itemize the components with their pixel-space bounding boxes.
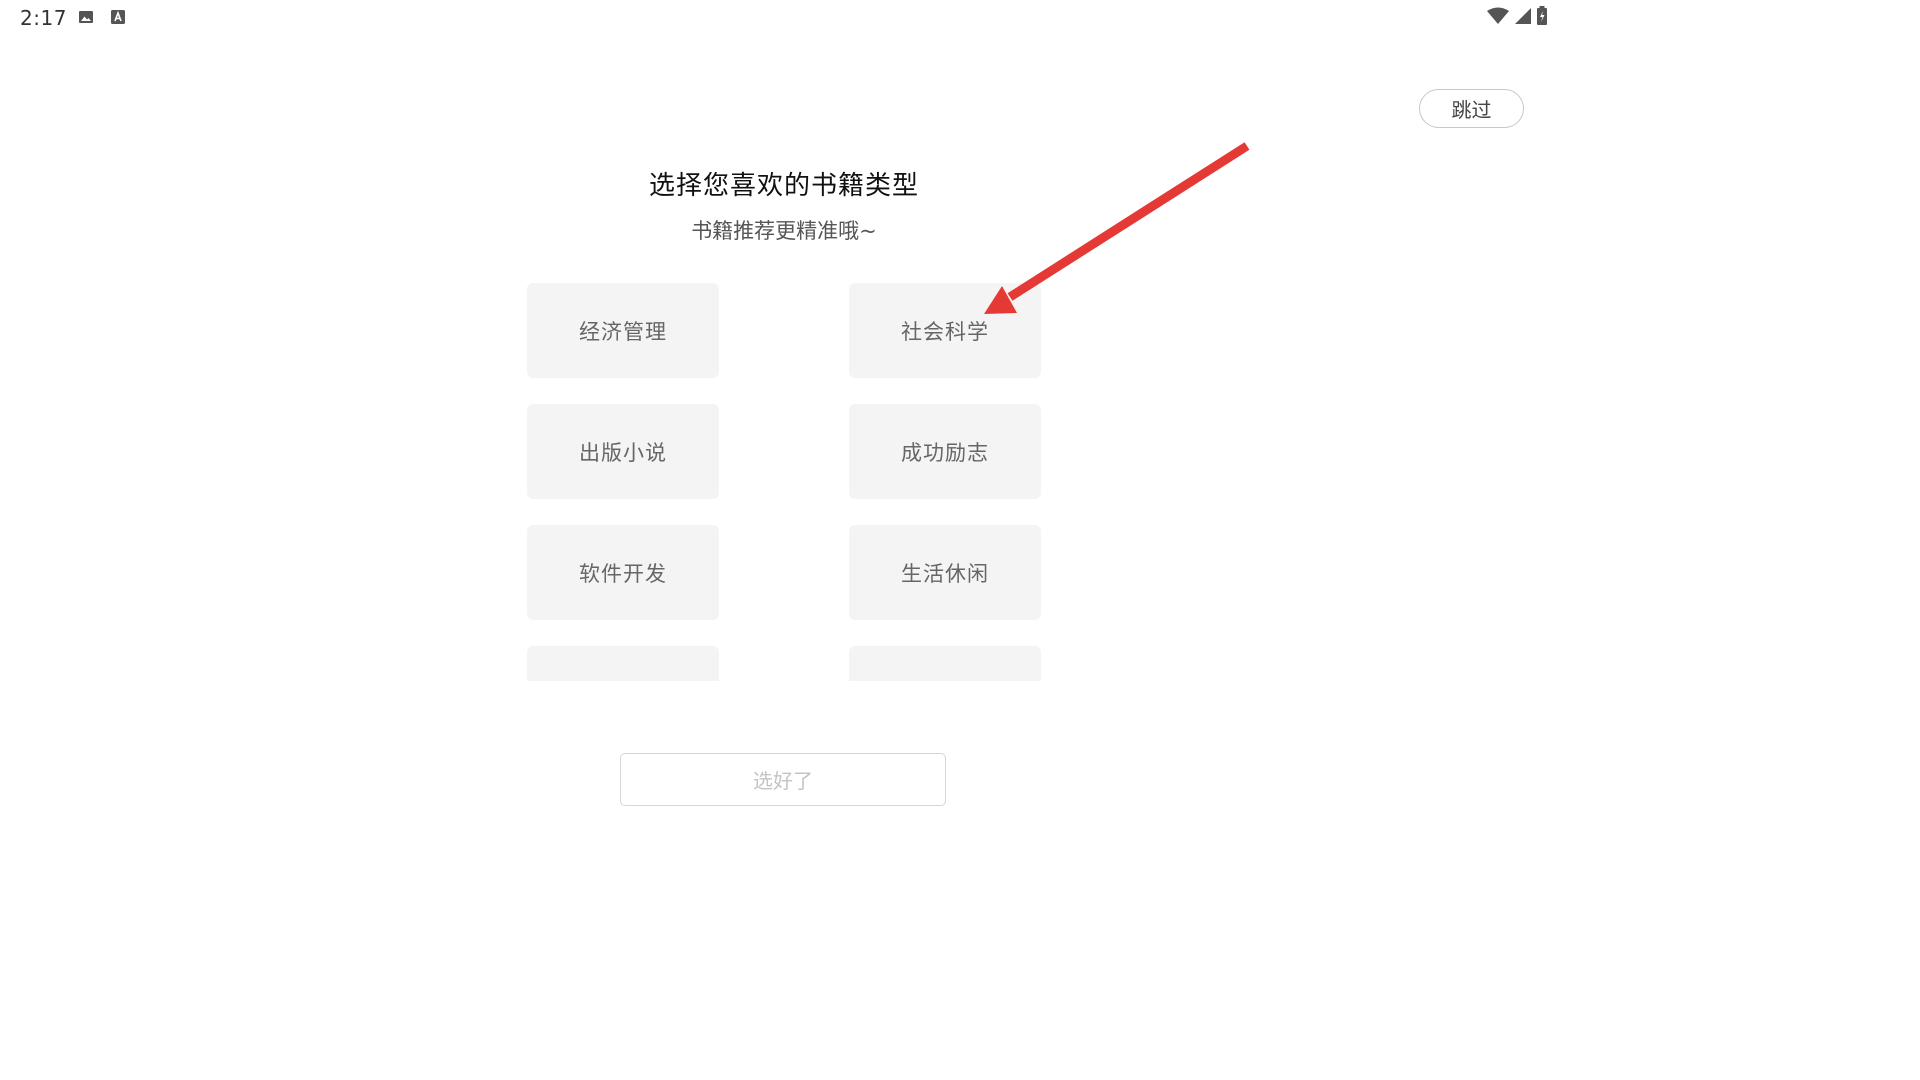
battery-charging-icon <box>1537 6 1547 25</box>
category-item-partial[interactable] <box>849 646 1041 681</box>
page-subtitle: 书籍推荐更精准哦~ <box>691 219 877 243</box>
onboarding-screen: 2:17 跳过 选择您喜欢的书籍类型 书籍推荐更精准哦~ 经济管理 社会科学 出… <box>0 0 1568 882</box>
category-software-development[interactable]: 软件开发 <box>527 525 719 620</box>
status-time: 2:17 <box>20 6 67 30</box>
cell-signal-icon <box>1515 8 1531 24</box>
image-icon <box>79 11 93 23</box>
wifi-icon <box>1487 7 1509 24</box>
category-grid: 经济管理 社会科学 出版小说 成功励志 软件开发 生活休闲 <box>527 283 1042 681</box>
category-social-science[interactable]: 社会科学 <box>849 283 1041 378</box>
skip-button[interactable]: 跳过 <box>1419 89 1524 128</box>
confirm-button[interactable]: 选好了 <box>620 753 946 806</box>
category-published-fiction[interactable]: 出版小说 <box>527 404 719 499</box>
page-title: 选择您喜欢的书籍类型 <box>648 171 919 201</box>
status-right-icons <box>1486 6 1548 26</box>
category-list[interactable]: 经济管理 社会科学 出版小说 成功励志 软件开发 生活休闲 <box>527 283 1042 681</box>
category-success-inspiration[interactable]: 成功励志 <box>849 404 1041 499</box>
category-item-partial[interactable] <box>527 646 719 681</box>
font-download-icon <box>111 10 125 24</box>
category-lifestyle-leisure[interactable]: 生活休闲 <box>849 525 1041 620</box>
category-economics-management[interactable]: 经济管理 <box>527 283 719 378</box>
